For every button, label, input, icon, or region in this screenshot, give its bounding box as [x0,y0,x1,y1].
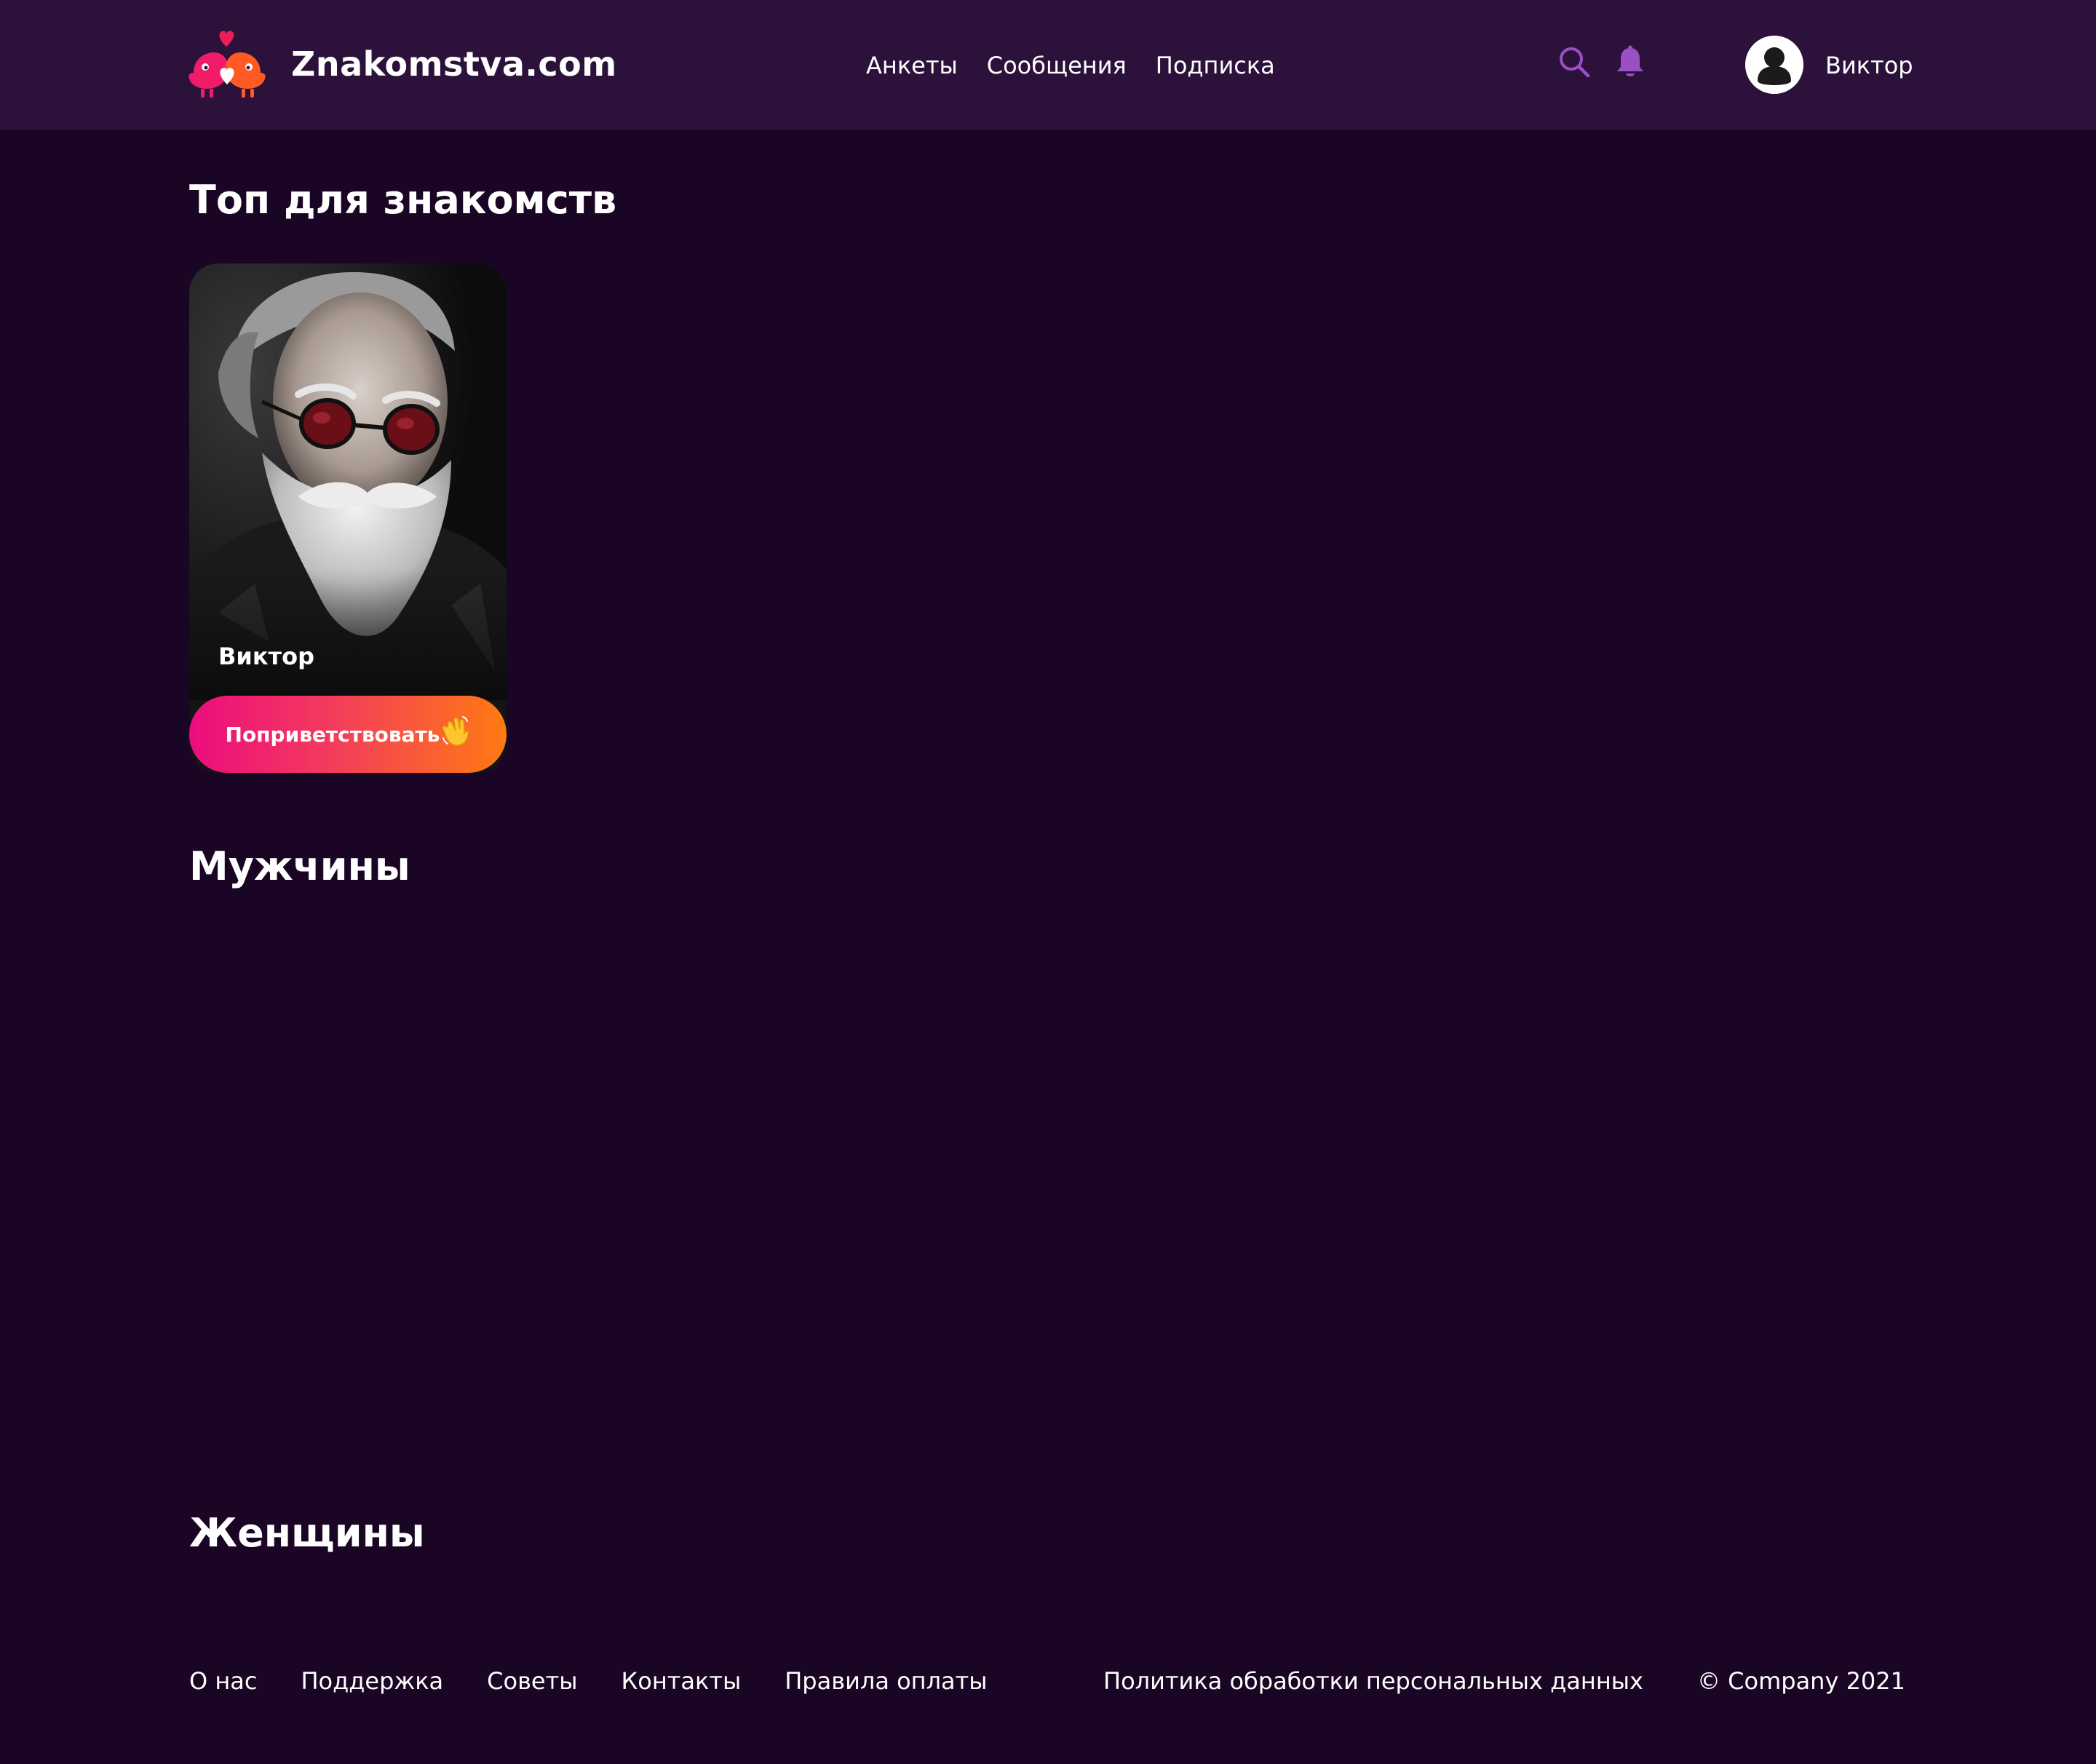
footer-links: О нас Поддержка Советы Контакты Правила … [189,1664,988,1699]
footer-copyright: © Company 2021 [1696,1667,1905,1695]
greet-button-label: Поприветствовать [225,722,440,747]
footer-link-support[interactable]: Поддержка [301,1664,443,1699]
user-avatar[interactable] [1745,36,1803,94]
brand-name[interactable]: Znakomstva.com [291,41,617,87]
search-icon[interactable] [1557,45,1591,79]
footer-link-payment-rules[interactable]: Правила оплаты [785,1664,987,1699]
profile-photo[interactable] [189,263,507,700]
main-nav: Анкеты Сообщения Подписка [866,48,1275,83]
nav-item-messages[interactable]: Сообщения [987,48,1127,83]
user-avatar-icon [1745,36,1803,94]
nav-item-profiles[interactable]: Анкеты [866,48,958,83]
footer-link-about[interactable]: О нас [189,1664,257,1699]
top-header: Znakomstva.com Анкеты Сообщения Подписка… [0,0,2096,130]
nav-item-subscription[interactable]: Подписка [1156,48,1275,83]
user-name[interactable]: Виктор [1825,48,1913,83]
bell-icon[interactable] [1614,45,1646,80]
profile-card-name: Виктор [218,643,314,670]
section-title-top: Топ для знакомств [189,177,617,223]
section-title-women: Женщины [189,1510,425,1556]
logo-icon[interactable] [188,31,266,99]
section-title-men: Мужчины [189,843,410,889]
footer-link-tips[interactable]: Советы [487,1664,577,1699]
footer-link-contacts[interactable]: Контакты [622,1664,742,1699]
footer-link-privacy-policy[interactable]: Политика обработки персональных данных [1103,1664,1643,1699]
greet-button[interactable]: Поприветствовать [189,696,507,773]
waving-hand-icon [442,716,469,746]
